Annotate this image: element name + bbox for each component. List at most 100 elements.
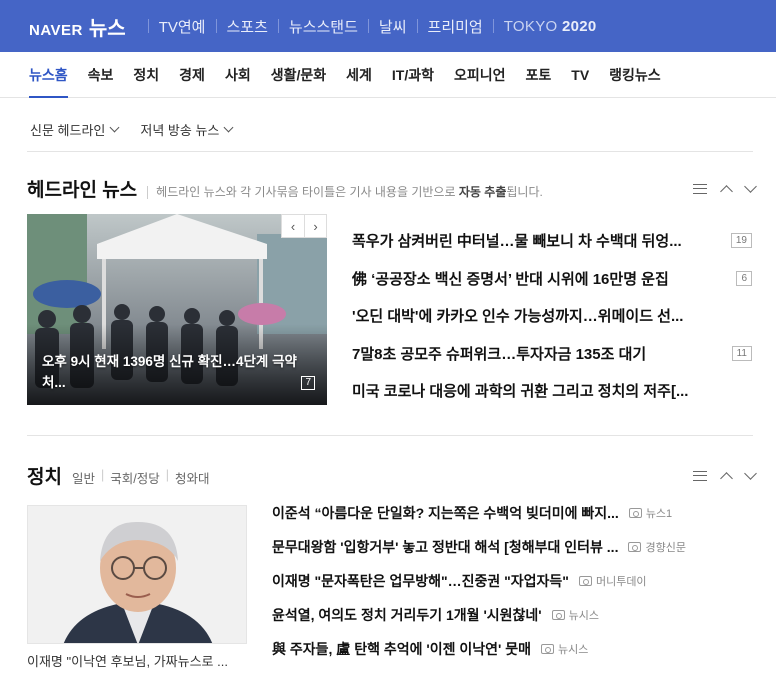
sub-bluehouse[interactable]: 청와대 [175, 468, 210, 487]
article-link[interactable]: 윤석열, 여의도 정치 거리두기 1개월 '시원찮네' [272, 605, 542, 625]
headline-link[interactable]: 佛 ‘공공장소 백신 증명서’ 반대 시위에 16만명 운집 [352, 268, 669, 289]
divider [416, 19, 418, 33]
chevron-down-icon[interactable] [744, 180, 757, 193]
nav-tv-entertainment[interactable]: TV연예 [159, 16, 206, 37]
article-source[interactable]: 머니투데이 [578, 573, 647, 589]
article-source[interactable]: 뉴시스 [551, 607, 599, 623]
tab-society[interactable]: 사회 [225, 52, 251, 98]
politics-header: 정치 일반 | 국회/정당 | 청와대 [27, 462, 209, 489]
article-count-badge[interactable]: 6 [736, 270, 752, 286]
top-bar: NAVER 뉴스 TV연예 스포츠 뉴스스탠드 날씨 프리미엄 TOKYO 20… [0, 0, 776, 52]
tab-life-culture[interactable]: 생활/문화 [271, 52, 326, 98]
article-source[interactable]: 경향신문 [628, 539, 686, 555]
sub-assembly[interactable]: 국회/정당 [110, 468, 159, 487]
evening-broadcast-label: 저녁 방송 뉴스 [140, 123, 220, 138]
tab-tv[interactable]: TV [571, 52, 589, 98]
list-item: 이재명 "문자폭탄은 업무방해"…진중권 "자업자득" 머니투데이 [272, 564, 752, 598]
headline-link[interactable]: 7말8초 공모주 슈퍼위크…투자자금 135조 대기 [352, 343, 646, 364]
headline-controls [693, 180, 757, 198]
chevron-down-icon [223, 122, 234, 133]
nav-premium[interactable]: 프리미엄 [428, 16, 483, 37]
article-link[interactable]: 문무대왕함 '입항거부' 놓고 정반대 해석 [청해부대 인터뷰 ... [272, 537, 618, 557]
article-source[interactable]: 뉴스1 [628, 505, 672, 521]
nav-newsstand[interactable]: 뉴스스탠드 [289, 16, 358, 37]
tab-photo[interactable]: 포토 [526, 52, 552, 98]
tokyo-year: 2020 [561, 17, 597, 35]
article-count-badge[interactable]: 19 [730, 233, 752, 249]
list-item: 佛 ‘공공장소 백신 증명서’ 반대 시위에 16만명 운집 6 [352, 260, 752, 298]
nav-weather[interactable]: 날씨 [379, 16, 407, 37]
headline-header: 헤드라인 뉴스 헤드라인 뉴스와 각 기사묶음 타이틀은 기사 내용을 기반으로… [27, 175, 543, 202]
source-name: 머니투데이 [595, 576, 647, 588]
headline-photo-caption[interactable]: 오후 9시 현재 1396명 신규 확진…4단계 극약처... [42, 351, 299, 393]
newspaper-headline-dropdown[interactable]: 신문 헤드라인 [30, 120, 120, 139]
divider [27, 435, 753, 436]
chevron-down-icon[interactable] [744, 467, 757, 480]
section-nav: 뉴스홈 속보 정치 경제 사회 생활/문화 세계 IT/과학 오피니언 포토 T… [0, 52, 776, 98]
politics-photo-caption[interactable]: 이재명 "이낙연 후보님, 가짜뉴스로 ... [27, 651, 247, 670]
headline-desc-end: 됩니다. [506, 185, 543, 199]
list-item: 이준석 “아름다운 단일화? 지는쪽은 수백억 빚더미에 빠지... 뉴스1 [272, 496, 752, 530]
photo-pager: ‹ › [281, 214, 327, 238]
nav-sports[interactable]: 스포츠 [227, 16, 268, 37]
article-link[interactable]: 與 주자들, 盧 탄핵 추억에 '이젠 이낙연' 뭇매 [272, 639, 531, 659]
source-name: 뉴시스 [557, 644, 589, 656]
divider [492, 19, 494, 33]
politics-title[interactable]: 정치 [27, 462, 62, 489]
tab-world[interactable]: 세계 [346, 52, 372, 98]
camera-icon [628, 508, 642, 518]
evening-broadcast-dropdown[interactable]: 저녁 방송 뉴스 [140, 120, 234, 139]
article-source[interactable]: 뉴시스 [540, 641, 589, 657]
next-icon[interactable]: › [304, 215, 326, 237]
tab-breaking[interactable]: 속보 [88, 52, 114, 98]
politics-list: 이준석 “아름다운 단일화? 지는쪽은 수백억 빚더미에 빠지... 뉴스1 문… [272, 496, 752, 666]
prev-icon[interactable]: ‹ [282, 215, 304, 237]
filter-bar: 신문 헤드라인 저녁 방송 뉴스 [30, 120, 254, 139]
tokyo-label: TOKYO [503, 17, 558, 35]
menu-icon[interactable] [693, 184, 707, 194]
camera-icon [551, 610, 565, 620]
list-item: 7말8초 공모주 슈퍼위크…투자자금 135조 대기 11 [352, 335, 752, 373]
divider: | [165, 468, 169, 482]
tab-news-home[interactable]: 뉴스홈 [29, 52, 68, 98]
politics-controls [693, 467, 757, 485]
naver-logo-text: NAVER [29, 21, 83, 39]
camera-icon [628, 542, 642, 552]
chevron-down-icon [109, 122, 120, 133]
photo-article-count: 7 [301, 376, 315, 390]
newspaper-headline-label: 신문 헤드라인 [30, 123, 106, 138]
article-count-badge[interactable]: 11 [731, 345, 752, 361]
list-item: 문무대왕함 '입항거부' 놓고 정반대 해석 [청해부대 인터뷰 ... 경향신… [272, 530, 752, 564]
divider: | [100, 468, 105, 482]
headline-link[interactable]: 미국 코로나 대응에 과학의 귀환 그리고 정치의 저주[... [352, 380, 688, 401]
camera-icon [540, 644, 554, 654]
camera-icon [578, 576, 592, 586]
sub-general[interactable]: 일반 [72, 468, 95, 487]
tab-politics[interactable]: 정치 [133, 52, 159, 98]
politician-portrait-photo [28, 506, 246, 643]
headline-link[interactable]: 폭우가 삼켜버린 中터널…물 빼보니 차 수백대 뒤엉... [352, 230, 682, 251]
divider [215, 19, 217, 33]
politics-photo[interactable] [27, 505, 247, 644]
divider [367, 19, 369, 33]
list-item: 폭우가 삼켜버린 中터널…물 빼보니 차 수백대 뒤엉... 19 [352, 222, 752, 260]
menu-icon[interactable] [693, 471, 707, 481]
chevron-up-icon[interactable] [720, 472, 733, 485]
chevron-up-icon[interactable] [720, 185, 733, 198]
tab-it-science[interactable]: IT/과학 [392, 52, 434, 98]
headline-list: 폭우가 삼켜버린 中터널…물 빼보니 차 수백대 뒤엉... 19 佛 ‘공공장… [352, 222, 752, 410]
nav-tokyo-2020[interactable]: TOKYO 2020 [504, 18, 597, 35]
headline-description: 헤드라인 뉴스와 각 기사묶음 타이틀은 기사 내용을 기반으로 자동 추출됩니… [147, 186, 543, 199]
headline-photo[interactable]: ‹ › 오후 9시 현재 1396명 신규 확진…4단계 극약처... 7 [27, 214, 327, 405]
article-link[interactable]: 이준석 “아름다운 단일화? 지는쪽은 수백억 빚더미에 빠지... [272, 503, 619, 523]
tab-opinion[interactable]: 오피니언 [454, 52, 506, 98]
divider [27, 151, 753, 152]
list-item: '오딘 대박'에 카카오 인수 가능성까지…위메이드 선... [352, 297, 752, 335]
service-nav: TV연예 스포츠 뉴스스탠드 날씨 프리미엄 TOKYO 2020 [138, 16, 597, 37]
tab-ranking[interactable]: 랭킹뉴스 [609, 52, 661, 98]
naver-news-logo[interactable]: NAVER 뉴스 [29, 12, 126, 41]
article-link[interactable]: 이재명 "문자폭탄은 업무방해"…진중권 "자업자득" [272, 571, 569, 591]
headline-link[interactable]: '오딘 대박'에 카카오 인수 가능성까지…위메이드 선... [352, 305, 683, 326]
tab-economy[interactable]: 경제 [179, 52, 205, 98]
list-item: 미국 코로나 대응에 과학의 귀환 그리고 정치의 저주[... [352, 372, 752, 410]
